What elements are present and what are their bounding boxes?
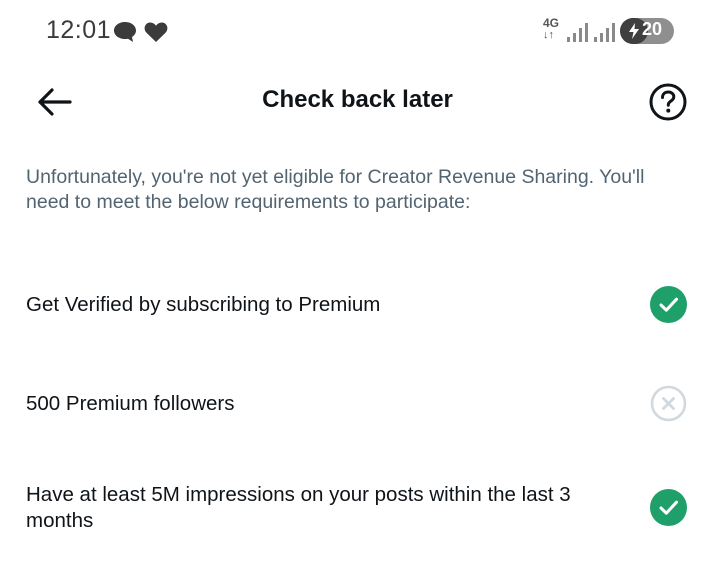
- check-circle-icon: [650, 489, 687, 526]
- heart-icon: [144, 22, 168, 42]
- requirement-label: 500 Premium followers: [26, 392, 235, 415]
- status-bar: 12:01 4G ↓↑ 20: [0, 0, 715, 62]
- help-button[interactable]: [648, 82, 688, 122]
- question-circle-icon: [649, 83, 687, 121]
- network-arrows-icon: ↓↑: [543, 29, 554, 41]
- network-type-label: 4G: [543, 16, 560, 30]
- eligibility-description: Unfortunately, you're not yet eligible f…: [26, 166, 645, 213]
- chat-bubble-icon: [114, 22, 136, 42]
- requirement-label: Have at least 5M impressions on your pos…: [26, 483, 571, 532]
- signal-icon: [567, 23, 588, 42]
- check-circle-icon: [650, 286, 687, 323]
- signal-icon: [594, 23, 615, 42]
- page-title: Check back later: [262, 86, 453, 113]
- battery-level: 20: [642, 19, 663, 39]
- status-time: 12:01: [46, 16, 112, 44]
- requirement-label: Get Verified by subscribing to Premium: [26, 293, 381, 316]
- x-circle-icon: [650, 385, 687, 422]
